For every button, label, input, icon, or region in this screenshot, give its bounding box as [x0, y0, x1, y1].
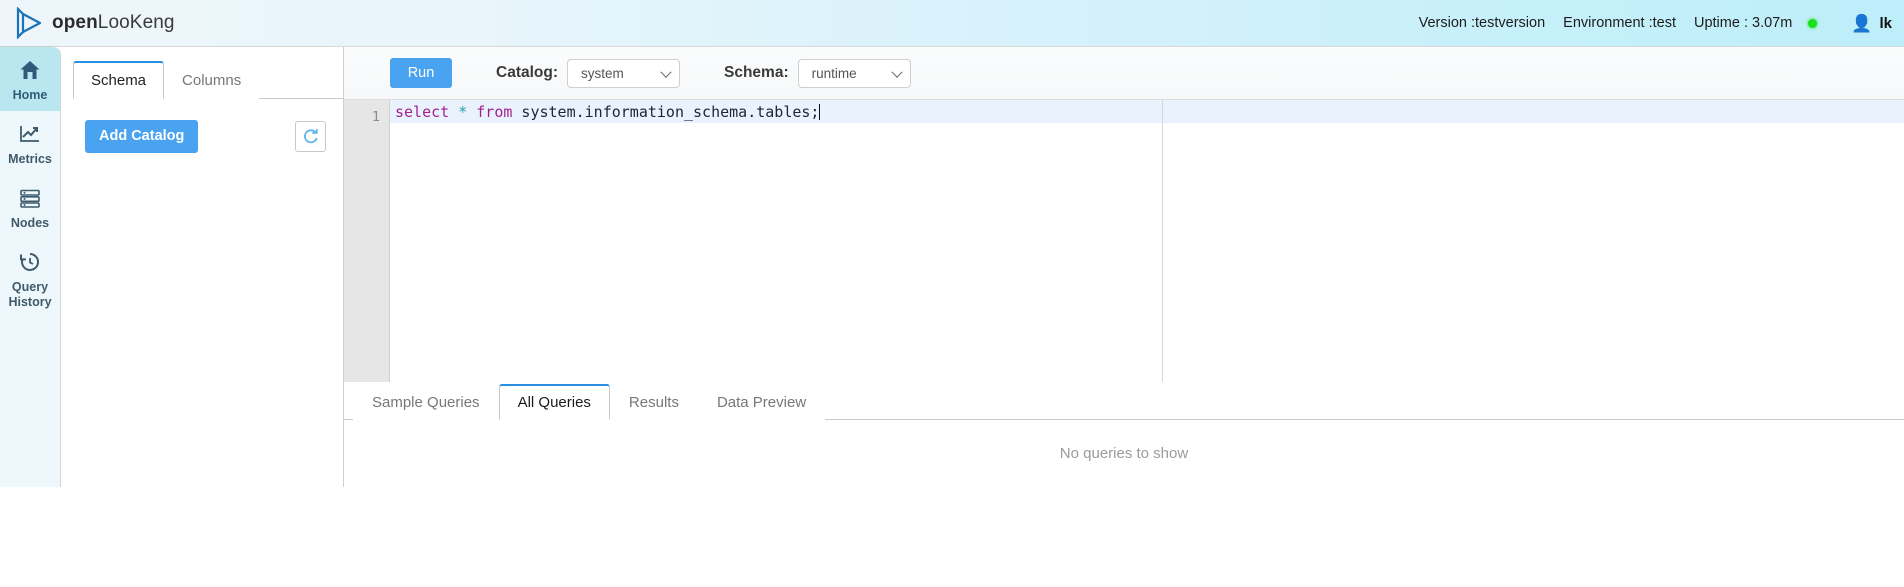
sql-keyword-from: from [476, 103, 513, 121]
version-label: Version :testversion [1418, 15, 1546, 31]
results-tabs: Sample Queries All Queries Results Data … [344, 382, 1904, 420]
home-icon [18, 57, 42, 83]
tab-sample-queries[interactable]: Sample Queries [353, 385, 499, 420]
user-icon[interactable]: 👤 [1851, 15, 1872, 32]
chevron-down-icon [890, 66, 903, 78]
page-background-filler [0, 487, 1904, 587]
schema-panel: Schema Columns Add Catalog [61, 47, 344, 487]
sidebar-item-nodes[interactable]: Nodes [0, 175, 60, 239]
results-panel: No queries to show [344, 420, 1904, 487]
tab-results[interactable]: Results [609, 385, 698, 420]
server-stack-icon [18, 185, 42, 211]
connection-status-dot [1808, 18, 1818, 28]
run-button[interactable]: Run [390, 58, 452, 88]
catalog-label: Catalog: [496, 64, 558, 81]
header-status-group: Version :testversion Environment :test U… [1401, 15, 1904, 32]
editor-active-line[interactable]: select * from system.information_schema.… [390, 100, 1904, 123]
environment-label: Environment :test [1563, 15, 1676, 31]
text-cursor [819, 104, 821, 120]
sidebar-item-query-history[interactable]: Query History [0, 239, 60, 318]
tab-schema[interactable]: Schema [73, 61, 165, 99]
app-header: openLooKeng Version :testversion Environ… [0, 0, 1904, 47]
refresh-icon [304, 128, 318, 144]
schema-select[interactable]: runtime [797, 58, 911, 88]
user-name-label: lk [1879, 14, 1892, 32]
chevron-down-icon [660, 66, 672, 78]
sidebar-nav: Home Metrics Nodes Query History [0, 47, 61, 487]
app-logo[interactable]: openLooKeng [14, 7, 175, 39]
sidebar-item-nodes-label: Nodes [10, 216, 50, 230]
sidebar-item-home-label: Home [12, 88, 48, 102]
tab-all-queries[interactable]: All Queries [498, 384, 610, 420]
refresh-button[interactable] [295, 121, 326, 152]
sidebar-item-metrics-label: Metrics [8, 152, 52, 166]
catalog-actions-row: Add Catalog [85, 120, 337, 153]
schema-select-value: runtime [811, 65, 857, 81]
empty-state-message: No queries to show [1059, 445, 1189, 462]
logo-text-bold: open [52, 12, 98, 33]
editor-line-numbers: 1 [344, 100, 390, 382]
tab-columns[interactable]: Columns [164, 62, 260, 99]
history-clock-icon [18, 249, 42, 275]
tab-data-preview[interactable]: Data Preview [697, 385, 826, 420]
sidebar-item-home[interactable]: Home [0, 47, 60, 111]
sql-star: * [449, 103, 477, 121]
schema-panel-tabs: Schema Columns [73, 59, 344, 99]
sidebar-item-metrics[interactable]: Metrics [0, 111, 60, 175]
sql-identifier: system.information_schema.tables; [512, 103, 820, 121]
line-number: 1 [371, 109, 380, 125]
editor-right-edge-divider [1162, 100, 1163, 382]
openlookeng-logo-icon [16, 7, 42, 39]
uptime-label: Uptime : 3.07m [1693, 15, 1793, 31]
catalog-select[interactable]: system [567, 58, 680, 88]
chart-line-icon [18, 121, 42, 147]
logo-text: openLooKeng [52, 12, 175, 34]
logo-text-light: LooKeng [97, 12, 175, 33]
catalog-select-value: system [581, 65, 624, 81]
add-catalog-button[interactable]: Add Catalog [85, 120, 199, 153]
query-toolbar: Run Catalog: system Schema: runtime [344, 47, 1904, 100]
sql-keyword-select: select [395, 103, 450, 121]
sql-editor[interactable]: 1 select * from system.information_schem… [344, 100, 1904, 382]
schema-label: Schema: [724, 64, 789, 81]
query-workspace: Run Catalog: system Schema: runtime 1 se… [344, 47, 1904, 487]
editor-code-column[interactable]: select * from system.information_schema.… [390, 100, 1904, 382]
sidebar-item-query-history-label: Query History [8, 280, 52, 309]
